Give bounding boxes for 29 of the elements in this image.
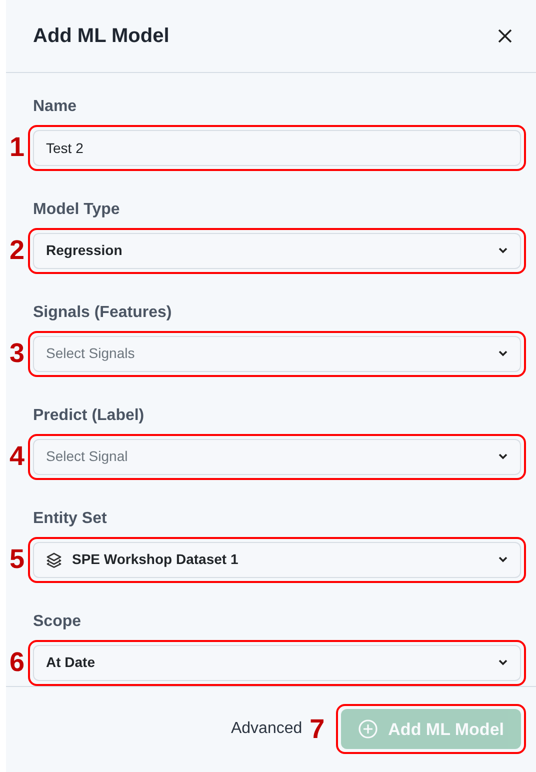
dialog-title: Add ML Model	[33, 24, 170, 48]
callout-number: 4	[8, 443, 26, 470]
field-label: Name	[33, 96, 78, 117]
callout-number: 2	[8, 237, 26, 264]
layers-icon	[46, 552, 62, 568]
callout-number: 3	[8, 340, 26, 368]
callout-number: 7	[308, 716, 326, 743]
chevron-icon	[498, 247, 508, 254]
select-field[interactable]: At Date	[33, 644, 521, 681]
select-field[interactable]: SPE Workshop Dataset 1	[33, 542, 521, 578]
field-label: Predict (Label)	[33, 406, 146, 426]
close-icon	[498, 28, 512, 43]
chevron-icon	[498, 453, 508, 460]
select-field[interactable]: Select Signals	[33, 336, 521, 372]
select-field[interactable]: Regression	[33, 232, 521, 269]
chevron-icon	[498, 556, 508, 564]
plus-circle-icon	[358, 719, 378, 740]
name-input[interactable]: Test 2	[33, 130, 521, 166]
callout-number: 1	[8, 134, 26, 162]
callout-number: 6	[8, 649, 26, 676]
chevron-icon	[498, 659, 508, 666]
callout-number: 5	[8, 546, 26, 574]
field-label: Scope	[33, 612, 82, 632]
advanced-link[interactable]: Advanced	[230, 717, 302, 742]
field-label: Entity Set	[33, 508, 108, 529]
chevron-icon	[498, 350, 508, 358]
field-label: Signals (Features)	[33, 302, 173, 323]
field-label: Model Type	[33, 200, 121, 220]
select-field[interactable]: Select Signal	[33, 438, 521, 475]
